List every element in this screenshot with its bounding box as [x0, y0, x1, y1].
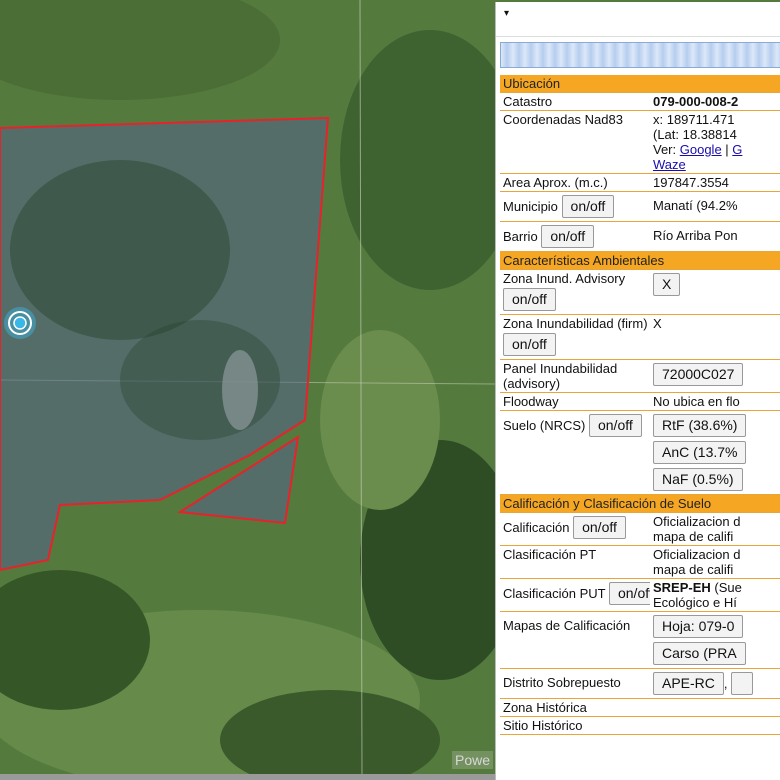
section-header-ambiental: Características Ambientales [500, 251, 780, 270]
row-label: Zona Inundabilidad (firm) [503, 316, 648, 331]
clasificacion-put-toggle-button[interactable]: on/off [608, 582, 650, 605]
suelo-toggle-button[interactable]: on/off [588, 414, 642, 437]
barrio-toggle-button[interactable]: on/off [541, 225, 595, 248]
table-row: Catastro 079-000-008-2 [500, 92, 780, 111]
barrio-value: Río Arriba Pon [650, 221, 780, 252]
table-row: Area Aprox. (m.c.) 197847.3554 [500, 173, 780, 192]
ape-rc-button[interactable]: APE-RC [653, 672, 724, 695]
map-attribution[interactable]: Powe [452, 751, 494, 769]
calificacion-toggle-button[interactable]: on/off [573, 516, 626, 539]
table-row: Sitio Histórico [500, 716, 780, 735]
location-marker-icon[interactable] [4, 307, 36, 339]
zona-historica-value [650, 698, 780, 717]
row-label: Zona Histórica [500, 698, 650, 717]
row-label: Clasificación PT [500, 545, 650, 579]
zona-inund-firm-value: X [650, 314, 780, 360]
row-label: Catastro [500, 92, 650, 111]
row-label: Municipio [503, 199, 558, 214]
table-row: Suelo (NRCS) on/off RtF (38.6%) AnC (13.… [500, 410, 780, 495]
zona-inund-advisory-toggle-button[interactable]: on/off [503, 288, 556, 311]
put-description: (Sue [710, 580, 742, 595]
overlay-district-button[interactable] [731, 672, 754, 695]
calificacion-line2: mapa de califi [653, 529, 734, 544]
separator: , [723, 676, 728, 691]
coordinates-lat: (Lat: 18.38814 [653, 127, 737, 142]
chevron-down-icon[interactable]: ▾ [504, 8, 509, 19]
row-label: Mapas de Calificación [500, 611, 650, 669]
row-label: Suelo (NRCS) [503, 418, 586, 433]
table-row: Panel Inundabilidad (advisory) 72000C027 [500, 359, 780, 393]
view-label: Ver: [653, 142, 677, 157]
table-row: Clasificación PT Oficializacion d mapa de… [500, 545, 780, 579]
table-row: Zona Histórica [500, 698, 780, 717]
loading-progress-bar [500, 42, 780, 68]
row-label: Sitio Histórico [500, 716, 650, 735]
catastro-value: 079-000-008-2 [650, 92, 780, 111]
coordinates-value: x: 189711.471 (Lat: 18.38814 Ver: Google… [650, 110, 780, 174]
row-label: Area Aprox. (m.c.) [500, 173, 650, 192]
table-row: Zona Inundabilidad (firm) on/off X [500, 314, 780, 360]
zona-inund-advisory-value-button[interactable]: X [653, 273, 681, 296]
table-row: Clasificación PUT on/off SREP-EH (Sue Eco… [500, 578, 780, 612]
view-links: Ver: Google | G [653, 142, 780, 157]
other-map-link[interactable]: G [732, 142, 742, 157]
floodway-value: No ubica en flo [650, 392, 780, 411]
row-label: Clasificación PUT [503, 586, 606, 601]
carso-button[interactable]: Carso (PRA [653, 642, 746, 665]
row-label: Calificación [503, 520, 570, 535]
soil-button[interactable]: RtF (38.6%) [653, 414, 747, 437]
soil-button[interactable]: NaF (0.5%) [653, 468, 743, 491]
table-row: Distrito Sobrepuesto APE-RC, [500, 668, 780, 699]
layer-dropdown[interactable]: ▾ [496, 2, 780, 37]
calificacion-line1: Oficializacion d [653, 514, 741, 529]
waze-link[interactable]: Waze [653, 157, 686, 172]
link-separator: | [721, 142, 733, 157]
table-row: Mapas de Calificación Hoja: 079-0 Carso … [500, 611, 780, 669]
table-row: Zona Inund. Advisory on/off X [500, 269, 780, 315]
info-panel: ▾ Ubicación Catastro 079-000-008-2 Coord… [495, 2, 780, 780]
property-info-table: Ubicación Catastro 079-000-008-2 Coorden… [500, 75, 780, 735]
soil-button[interactable]: AnC (13.7% [653, 441, 747, 464]
municipio-value: Manatí (94.2% [650, 191, 780, 222]
clasificacion-pt-line1: Oficializacion d [653, 547, 741, 562]
section-header-calificacion: Calificación y Clasificación de Suelo [500, 494, 780, 513]
section-header-ubicacion: Ubicación [500, 75, 780, 93]
sitio-historico-value [650, 716, 780, 735]
table-row: Floodway No ubica en flo [500, 392, 780, 411]
clasificacion-pt-line2: mapa de califi [653, 562, 734, 577]
row-label: Floodway [500, 392, 650, 411]
row-label: Coordenadas Nad83 [500, 110, 650, 174]
row-label: Panel Inundabilidad (advisory) [500, 359, 650, 393]
area-value: 197847.3554 [650, 173, 780, 192]
zona-inund-firm-toggle-button[interactable]: on/off [503, 333, 556, 356]
put-code: SREP-EH [653, 580, 711, 595]
row-label: Distrito Sobrepuesto [500, 668, 650, 699]
municipio-toggle-button[interactable]: on/off [561, 195, 615, 218]
put-line2: Ecológico e Hí [653, 595, 737, 610]
row-label: Barrio [503, 229, 538, 244]
google-link[interactable]: Google [680, 142, 722, 157]
table-row: Coordenadas Nad83 x: 189711.471 (Lat: 18… [500, 110, 780, 174]
table-row: Municipio on/off Manatí (94.2% [500, 191, 780, 222]
table-row: Barrio on/off Río Arriba Pon [500, 221, 780, 252]
panel-inundabilidad-button[interactable]: 72000C027 [653, 363, 744, 386]
coordinates-x: x: 189711.471 [653, 112, 735, 127]
row-label: Zona Inund. Advisory [503, 271, 626, 286]
table-row: Calificación on/off Oficializacion d mapa… [500, 512, 780, 546]
map-sheet-button[interactable]: Hoja: 079-0 [653, 615, 744, 638]
